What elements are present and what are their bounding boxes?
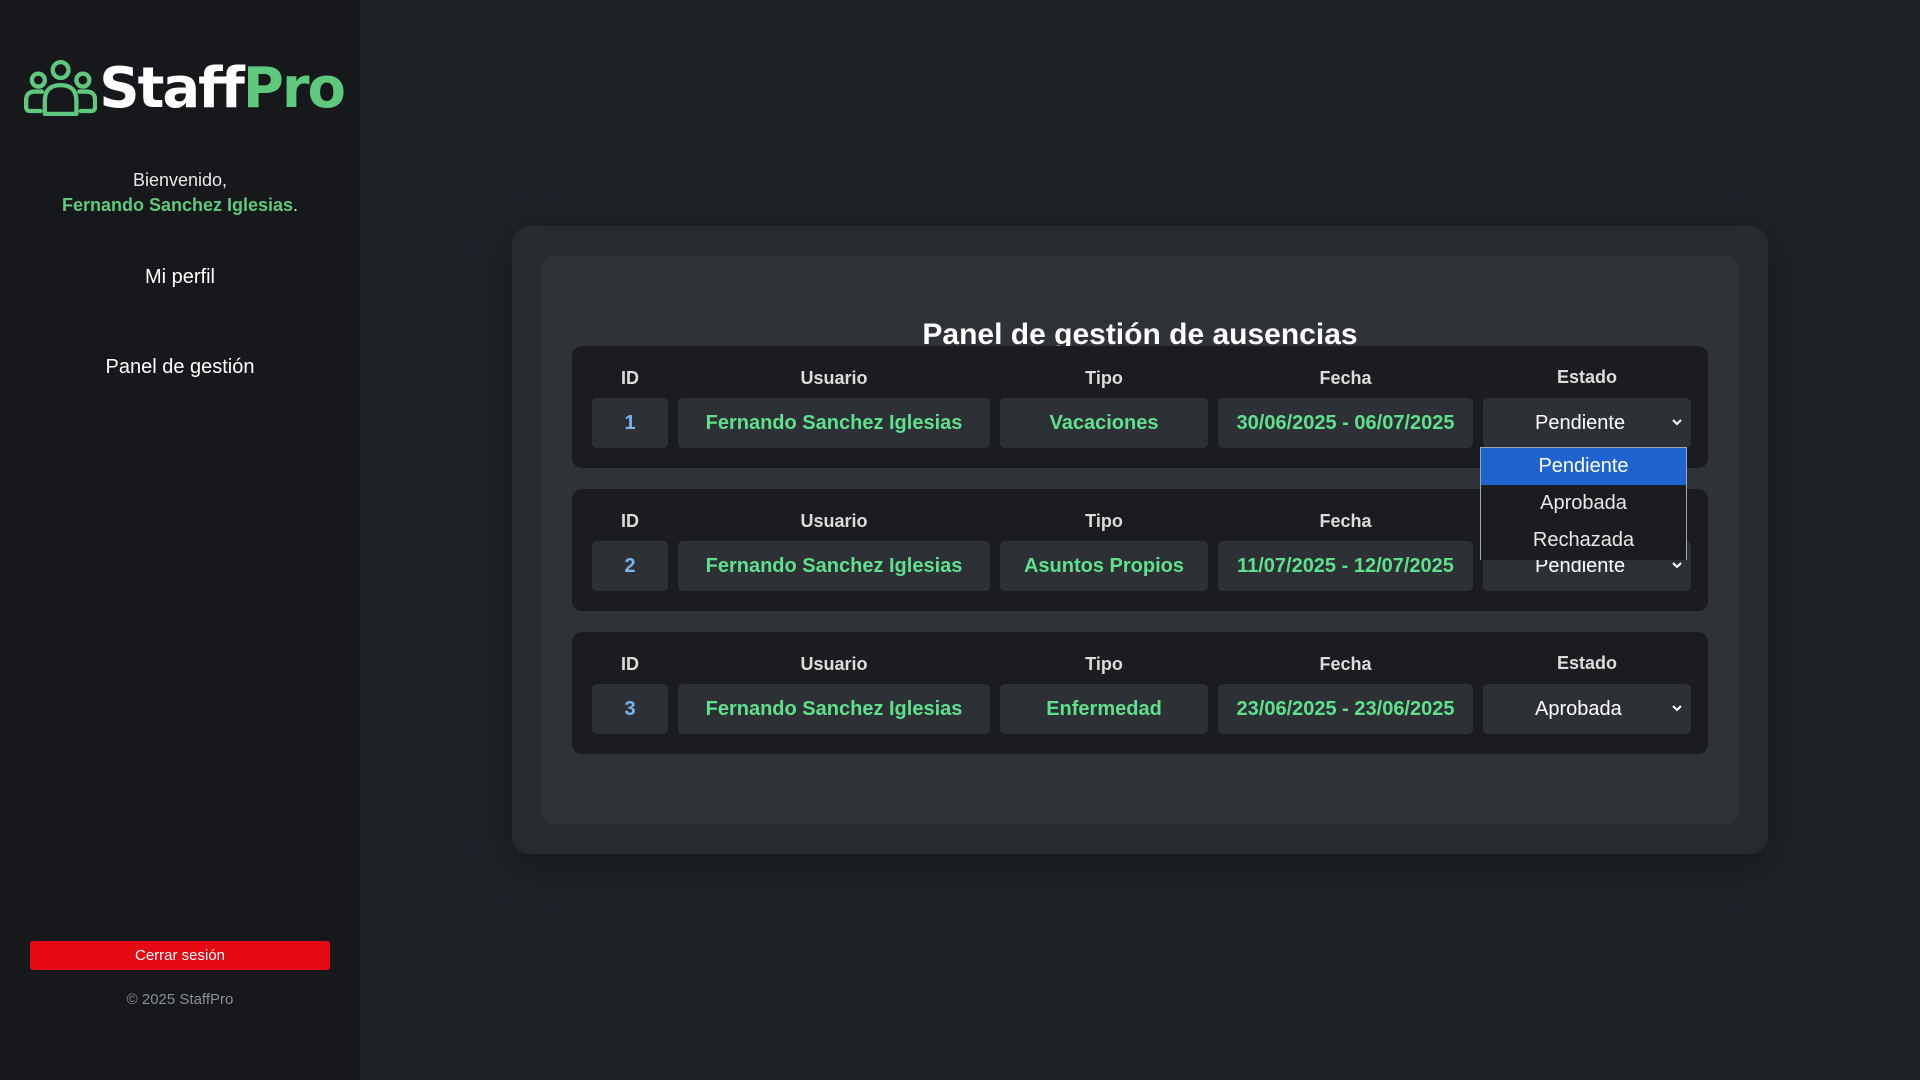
cell-id: 1 <box>592 398 668 448</box>
cell-tipo: Vacaciones <box>1000 398 1208 448</box>
welcome-message: Bienvenido, Fernando Sanchez Iglesias. <box>0 168 360 218</box>
user-name: Fernando Sanchez Iglesias <box>61 195 294 215</box>
header-estado: Estado <box>1556 367 1617 387</box>
brand-name: StaffPro <box>99 55 346 121</box>
absence-row: ID Usuario Tipo Fecha Estado 3 Fernando … <box>572 632 1708 754</box>
cell-id: 2 <box>592 541 668 591</box>
cell-fecha: 23/06/2025 - 23/06/2025 <box>1218 684 1473 734</box>
header-estado: Estado <box>1556 653 1617 673</box>
option-aprobada[interactable]: Aprobada <box>1481 485 1686 522</box>
cell-usuario: Fernando Sanchez Iglesias <box>678 541 990 591</box>
cell-id: 3 <box>592 684 668 734</box>
header-usuario: Usuario <box>800 368 868 388</box>
option-rechazada[interactable]: Rechazada <box>1481 522 1686 559</box>
estado-value: Pendiente <box>1535 411 1626 434</box>
chevron-down-icon <box>1672 562 1682 569</box>
header-id: ID <box>621 654 639 674</box>
header-id: ID <box>621 368 639 388</box>
copyright-text: © 2025 StaffPro <box>126 991 234 1008</box>
header-id: ID <box>621 511 639 531</box>
chevron-down-icon <box>1672 705 1682 712</box>
option-pendiente[interactable]: Pendiente <box>1481 448 1686 485</box>
estado-select[interactable]: Pendiente <box>1483 398 1691 448</box>
welcome-label: Bienvenido, <box>132 170 228 190</box>
chevron-down-icon <box>1672 419 1682 426</box>
nav-panel-gestion[interactable]: Panel de gestión <box>0 356 360 379</box>
estado-dropdown-menu: Pendiente Aprobada Rechazada <box>1480 447 1687 560</box>
cell-fecha: 30/06/2025 - 06/07/2025 <box>1218 398 1473 448</box>
header-tipo: Tipo <box>1085 511 1123 531</box>
header-tipo: Tipo <box>1085 654 1123 674</box>
header-fecha: Fecha <box>1319 368 1372 388</box>
header-fecha: Fecha <box>1319 654 1372 674</box>
cell-usuario: Fernando Sanchez Iglesias <box>678 398 990 448</box>
header-fecha: Fecha <box>1319 511 1372 531</box>
nav-mi-perfil[interactable]: Mi perfil <box>0 266 360 289</box>
cell-fecha: 11/07/2025 - 12/07/2025 <box>1218 541 1473 591</box>
estado-value: Aprobada <box>1535 697 1622 720</box>
welcome-user: Fernando Sanchez Iglesias. <box>61 195 299 215</box>
header-usuario: Usuario <box>800 511 868 531</box>
cell-tipo: Asuntos Propios <box>1000 541 1208 591</box>
users-group-icon <box>24 59 98 117</box>
logout-button[interactable]: Cerrar sesión <box>30 941 330 970</box>
header-tipo: Tipo <box>1085 368 1123 388</box>
cell-tipo: Enfermedad <box>1000 684 1208 734</box>
cell-usuario: Fernando Sanchez Iglesias <box>678 684 990 734</box>
staffpro-logo[interactable]: StaffPro <box>24 48 346 128</box>
estado-select[interactable]: Aprobada <box>1483 684 1691 734</box>
sidebar: StaffPro Bienvenido, Fernando Sanchez Ig… <box>0 0 360 1080</box>
header-usuario: Usuario <box>800 654 868 674</box>
